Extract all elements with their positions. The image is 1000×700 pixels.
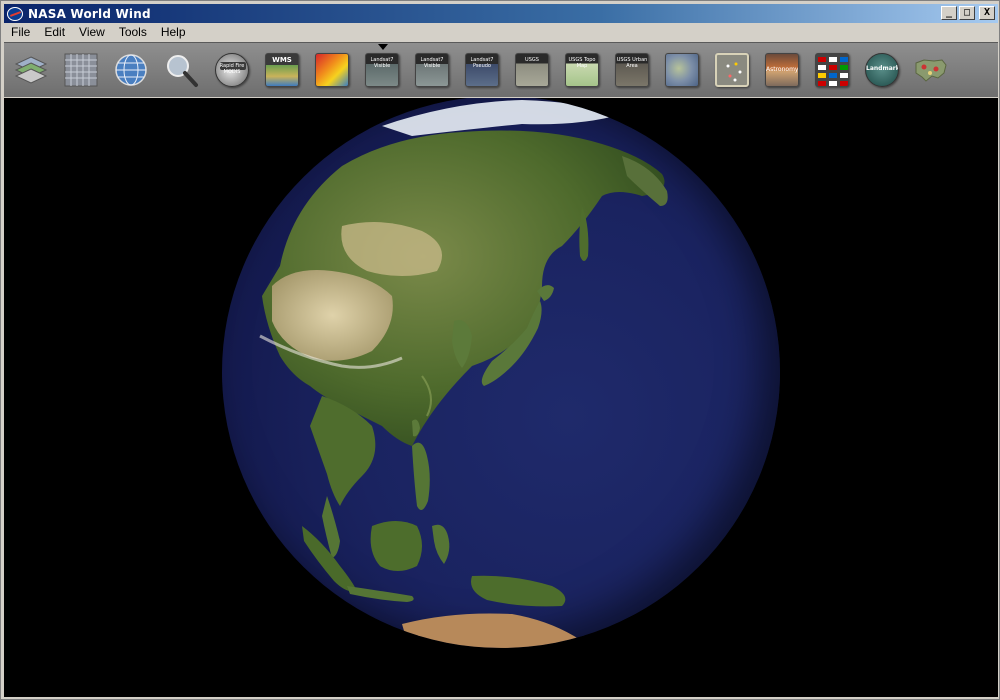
us-map-button[interactable] bbox=[912, 51, 950, 89]
flags-icon bbox=[815, 53, 849, 87]
landmarks-button[interactable]: Landmarks bbox=[862, 51, 900, 89]
lat-lon-grid-button[interactable] bbox=[62, 51, 100, 89]
menu-bar: File Edit View Tools Help bbox=[4, 23, 193, 41]
layer-manager-icon bbox=[14, 56, 48, 84]
landsat-visible-button[interactable]: Landsat7 Visible bbox=[362, 51, 400, 89]
toolbar: Rapid Fire MODIS WMS Landsat7 Visible La… bbox=[4, 42, 998, 97]
wms-browser-icon: WMS bbox=[265, 53, 299, 87]
flags-button[interactable] bbox=[812, 51, 850, 89]
scientific-visualization-icon bbox=[315, 53, 349, 87]
blue-marble-button[interactable] bbox=[662, 51, 700, 89]
menu-file[interactable]: File bbox=[4, 25, 37, 39]
earth-globe[interactable] bbox=[222, 98, 780, 648]
blue-marble-icon bbox=[665, 53, 699, 87]
landsat-pseudo-icon: Landsat7 Pseudo bbox=[465, 53, 499, 87]
app-window: NASA World Wind _ □ X File Edit View Too… bbox=[0, 0, 1000, 700]
search-button[interactable] bbox=[162, 51, 200, 89]
scientific-visualization-button[interactable] bbox=[312, 51, 350, 89]
landsat-visible-icon: Landsat7 Visible bbox=[365, 53, 399, 87]
globe-imagery bbox=[259, 100, 668, 648]
usgs-topo-map-icon: USGS Topo Map bbox=[565, 53, 599, 87]
lat-lon-grid-icon bbox=[64, 53, 98, 87]
menu-tools[interactable]: Tools bbox=[112, 25, 154, 39]
place-names-button[interactable] bbox=[712, 51, 750, 89]
usgs-urban-ortho-button[interactable]: USGS bbox=[512, 51, 550, 89]
maximize-button[interactable]: □ bbox=[959, 6, 975, 20]
globe-button[interactable] bbox=[112, 51, 150, 89]
landsat-visible-wms-button[interactable]: Landsat7 Visible bbox=[412, 51, 450, 89]
menu-help[interactable]: Help bbox=[154, 25, 193, 39]
astronomy-icon: Astronomy bbox=[765, 53, 799, 87]
close-button[interactable]: X bbox=[979, 6, 995, 20]
place-names-icon bbox=[715, 53, 749, 87]
search-icon bbox=[167, 55, 198, 87]
nasa-logo-icon bbox=[7, 6, 23, 21]
landsat-visible-wms-icon: Landsat7 Visible bbox=[415, 53, 449, 87]
landsat-pseudo-button[interactable]: Landsat7 Pseudo bbox=[462, 51, 500, 89]
minimize-button[interactable]: _ bbox=[941, 6, 957, 20]
usgs-urban-ortho-icon: USGS bbox=[515, 53, 549, 87]
globe-icon bbox=[115, 54, 147, 86]
active-layer-indicator-icon bbox=[378, 44, 388, 50]
usgs-urban-area-icon: USGS Urban Area bbox=[615, 53, 649, 87]
landmarks-icon: Landmarks bbox=[865, 53, 899, 87]
globe-viewport[interactable] bbox=[4, 98, 998, 697]
rapid-fire-modis-button[interactable]: Rapid Fire MODIS bbox=[212, 51, 250, 89]
rapid-fire-modis-icon: Rapid Fire MODIS bbox=[215, 53, 249, 87]
wms-browser-button[interactable]: WMS bbox=[262, 51, 300, 89]
usgs-topo-map-button[interactable]: USGS Topo Map bbox=[562, 51, 600, 89]
title-bar[interactable]: NASA World Wind _ □ X bbox=[4, 4, 998, 23]
menu-view[interactable]: View bbox=[72, 25, 112, 39]
usgs-urban-area-button[interactable]: USGS Urban Area bbox=[612, 51, 650, 89]
us-map-icon bbox=[915, 59, 947, 82]
window-title: NASA World Wind bbox=[28, 6, 151, 21]
layer-manager-button[interactable] bbox=[12, 51, 50, 89]
astronomy-button[interactable]: Astronomy bbox=[762, 51, 800, 89]
menu-edit[interactable]: Edit bbox=[37, 25, 72, 39]
